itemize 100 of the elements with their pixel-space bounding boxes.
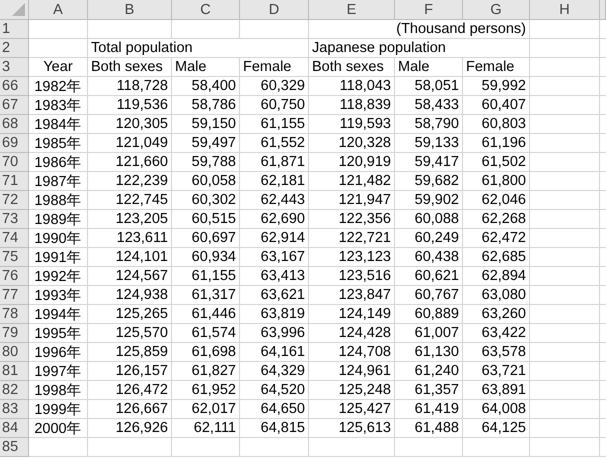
column-header[interactable]: A: [29, 0, 88, 20]
table-cell: 61,007: [395, 324, 463, 343]
table-cell: Male: [172, 58, 240, 77]
row-header[interactable]: 85: [0, 438, 29, 457]
empty-cell: [530, 267, 600, 286]
table-cell: 60,767: [395, 286, 463, 305]
table-cell: 62,914: [240, 229, 309, 248]
table-cell: 61,871: [240, 153, 309, 172]
table-cell: 62,685: [463, 248, 530, 267]
table-cell: 1992年: [29, 267, 88, 286]
empty-cell: [172, 438, 240, 457]
row-header[interactable]: 84: [0, 419, 29, 438]
table-cell: 61,488: [395, 419, 463, 438]
table-cell: 125,570: [88, 324, 172, 343]
table-cell: 2000年: [29, 419, 88, 438]
table-cell: 1985年: [29, 134, 88, 153]
table-cell: 126,157: [88, 362, 172, 381]
column-header[interactable]: E: [309, 0, 395, 20]
empty-cell: [530, 286, 600, 305]
column-header[interactable]: C: [172, 0, 240, 20]
row-header[interactable]: 73: [0, 210, 29, 229]
row-header[interactable]: 80: [0, 343, 29, 362]
table-cell: 120,328: [309, 134, 395, 153]
row-header[interactable]: 82: [0, 381, 29, 400]
table-cell: Female: [240, 58, 309, 77]
table-cell: 64,520: [240, 381, 309, 400]
row-header[interactable]: 78: [0, 305, 29, 324]
table-cell: 60,438: [395, 248, 463, 267]
table-cell: 125,427: [309, 400, 395, 419]
table-cell: 59,788: [172, 153, 240, 172]
table-cell: 121,660: [88, 153, 172, 172]
table-cell: 1986年: [29, 153, 88, 172]
empty-cell: [530, 39, 600, 58]
row-header[interactable]: 70: [0, 153, 29, 172]
table-cell: 120,919: [309, 153, 395, 172]
table-cell: 122,721: [309, 229, 395, 248]
table-cell: 1989年: [29, 210, 88, 229]
row-header[interactable]: 74: [0, 229, 29, 248]
table-cell: 58,433: [395, 96, 463, 115]
empty-cell: [530, 153, 600, 172]
table-cell: 64,650: [240, 400, 309, 419]
row-header[interactable]: 2: [0, 39, 29, 58]
table-cell: 60,697: [172, 229, 240, 248]
table-cell: Both sexes: [309, 58, 395, 77]
empty-cell: [240, 20, 309, 39]
table-cell: 125,859: [88, 343, 172, 362]
column-header[interactable]: D: [240, 0, 309, 20]
empty-cell: [530, 419, 600, 438]
row-header[interactable]: 76: [0, 267, 29, 286]
table-cell: 59,133: [395, 134, 463, 153]
column-header[interactable]: [600, 0, 606, 20]
table-cell: Both sexes: [88, 58, 172, 77]
column-header[interactable]: H: [530, 0, 600, 20]
table-cell: Japanese population: [309, 39, 530, 58]
table-cell: 120,305: [88, 115, 172, 134]
column-header[interactable]: B: [88, 0, 172, 20]
table-cell: 1988年: [29, 191, 88, 210]
table-cell: 61,317: [172, 286, 240, 305]
empty-cell: [240, 438, 309, 457]
table-cell: 58,400: [172, 77, 240, 96]
table-cell: 60,621: [395, 267, 463, 286]
table-cell: 60,249: [395, 229, 463, 248]
row-header[interactable]: 77: [0, 286, 29, 305]
column-header[interactable]: G: [463, 0, 530, 20]
table-cell: 61,357: [395, 381, 463, 400]
row-header[interactable]: 1: [0, 20, 29, 39]
row-header[interactable]: 67: [0, 96, 29, 115]
row-header[interactable]: 79: [0, 324, 29, 343]
table-cell: 61,698: [172, 343, 240, 362]
table-cell: 126,667: [88, 400, 172, 419]
empty-cell: [530, 362, 600, 381]
table-cell: 59,682: [395, 172, 463, 191]
table-cell: 64,125: [463, 419, 530, 438]
empty-cell: [530, 324, 600, 343]
table-cell: 61,827: [172, 362, 240, 381]
row-header[interactable]: 3: [0, 58, 29, 77]
table-cell: 62,268: [463, 210, 530, 229]
row-header[interactable]: 68: [0, 115, 29, 134]
row-header[interactable]: 66: [0, 77, 29, 96]
select-all-icon[interactable]: [12, 3, 25, 16]
table-cell: 63,422: [463, 324, 530, 343]
table-cell: 63,996: [240, 324, 309, 343]
table-cell: 63,819: [240, 305, 309, 324]
table-cell: Year: [29, 58, 88, 77]
table-cell: 1996年: [29, 343, 88, 362]
empty-cell: [463, 438, 530, 457]
row-header[interactable]: 71: [0, 172, 29, 191]
column-header[interactable]: F: [395, 0, 463, 20]
row-header[interactable]: 69: [0, 134, 29, 153]
row-header[interactable]: 81: [0, 362, 29, 381]
table-cell: Total population: [88, 39, 309, 58]
table-cell: 59,150: [172, 115, 240, 134]
row-header[interactable]: 83: [0, 400, 29, 419]
row-header[interactable]: 72: [0, 191, 29, 210]
table-cell: 123,847: [309, 286, 395, 305]
table-cell: 61,446: [172, 305, 240, 324]
row-header[interactable]: 75: [0, 248, 29, 267]
table-cell: 60,407: [463, 96, 530, 115]
table-cell: 122,239: [88, 172, 172, 191]
table-cell: 126,926: [88, 419, 172, 438]
